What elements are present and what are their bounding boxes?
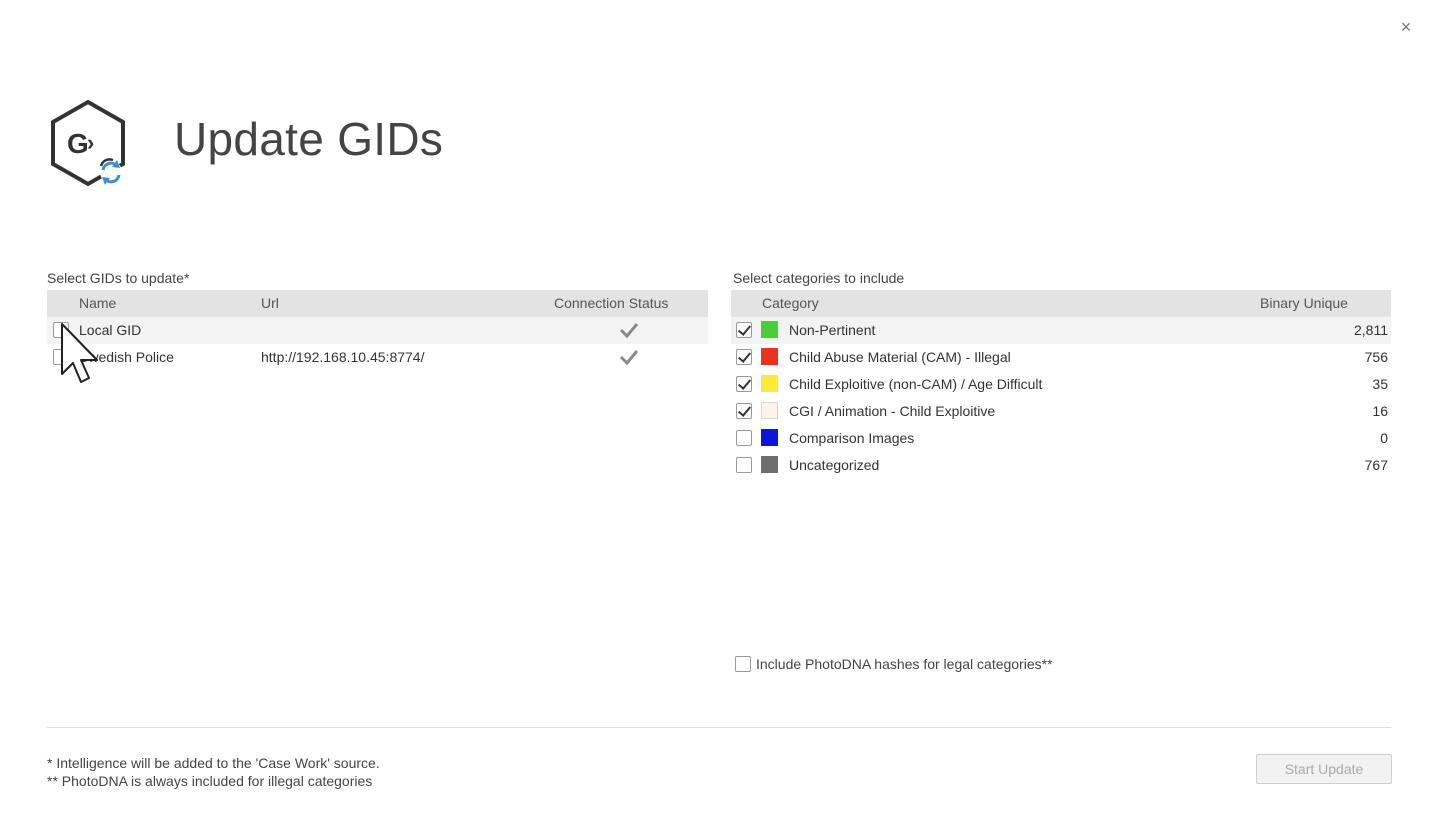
category-color-swatch — [761, 375, 778, 392]
category-name: Uncategorized — [789, 457, 880, 473]
footnote-photodna: ** PhotoDNA is always included for illeg… — [47, 773, 373, 789]
gids-table-header: Name Url Connection Status — [47, 290, 708, 317]
category-name: Non-Pertinent — [789, 322, 876, 338]
category-checkbox[interactable] — [736, 376, 752, 392]
gid-name: Swedish Police — [79, 349, 174, 365]
category-row[interactable]: Child Exploitive (non-CAM) / Age Difficu… — [731, 371, 1391, 398]
check-icon — [619, 350, 639, 365]
category-color-swatch — [761, 429, 778, 446]
column-header-binary-unique[interactable]: Binary Unique — [1260, 295, 1348, 311]
gid-checkbox[interactable] — [53, 349, 69, 365]
gid-row[interactable]: Local GID — [47, 317, 708, 344]
gid-url: http://192.168.10.45:8774/ — [261, 349, 425, 365]
close-button[interactable]: × — [1396, 16, 1416, 38]
category-row[interactable]: CGI / Animation - Child Exploitive 16 — [731, 398, 1391, 425]
category-name: Comparison Images — [789, 430, 915, 446]
category-row[interactable]: Non-Pertinent 2,811 — [731, 317, 1391, 344]
category-color-swatch — [761, 456, 778, 473]
category-checkbox[interactable] — [736, 403, 752, 419]
category-count: 0 — [1380, 430, 1388, 446]
category-color-swatch — [761, 321, 778, 338]
category-checkbox[interactable] — [736, 457, 752, 473]
categories-table-header: Category Binary Unique — [731, 290, 1391, 317]
column-header-connection-status[interactable]: Connection Status — [554, 295, 668, 311]
category-name: Child Abuse Material (CAM) - Illegal — [789, 349, 1011, 365]
photodna-checkbox[interactable] — [735, 656, 751, 672]
category-count: 35 — [1372, 376, 1388, 392]
category-row[interactable]: Child Abuse Material (CAM) - Illegal 756 — [731, 344, 1391, 371]
gid-update-logo-icon: G › — [51, 99, 125, 187]
footnote-case-work: * Intelligence will be added to the 'Cas… — [47, 755, 380, 771]
column-header-name[interactable]: Name — [79, 295, 116, 311]
category-count: 756 — [1364, 349, 1388, 365]
gid-checkbox[interactable] — [53, 322, 69, 338]
svg-text:G: G — [67, 128, 89, 159]
svg-text:›: › — [87, 130, 94, 155]
category-checkbox[interactable] — [736, 430, 752, 446]
gid-row[interactable]: Swedish Police http://192.168.10.45:8774… — [47, 344, 708, 371]
category-count: 2,811 — [1354, 322, 1388, 338]
photodna-label[interactable]: Include PhotoDNA hashes for legal catego… — [756, 656, 1053, 672]
category-row[interactable]: Comparison Images 0 — [731, 425, 1391, 452]
gid-name: Local GID — [79, 322, 142, 338]
footer-divider — [47, 727, 1391, 728]
start-update-button[interactable]: Start Update — [1256, 754, 1392, 784]
column-header-url[interactable]: Url — [261, 295, 279, 311]
category-count: 16 — [1372, 403, 1388, 419]
category-checkbox[interactable] — [736, 322, 752, 338]
category-name: CGI / Animation - Child Exploitive — [789, 403, 996, 419]
category-color-swatch — [761, 402, 778, 419]
page-title: Update GIDs — [174, 113, 444, 165]
column-header-category[interactable]: Category — [762, 295, 819, 311]
check-icon — [619, 323, 639, 338]
category-row[interactable]: Uncategorized 767 — [731, 452, 1391, 479]
category-color-swatch — [761, 348, 778, 365]
category-name: Child Exploitive (non-CAM) / Age Difficu… — [789, 376, 1043, 392]
gids-section-label: Select GIDs to update* — [47, 270, 190, 286]
categories-section-label: Select categories to include — [733, 270, 905, 286]
category-checkbox[interactable] — [736, 349, 752, 365]
category-count: 767 — [1364, 457, 1388, 473]
